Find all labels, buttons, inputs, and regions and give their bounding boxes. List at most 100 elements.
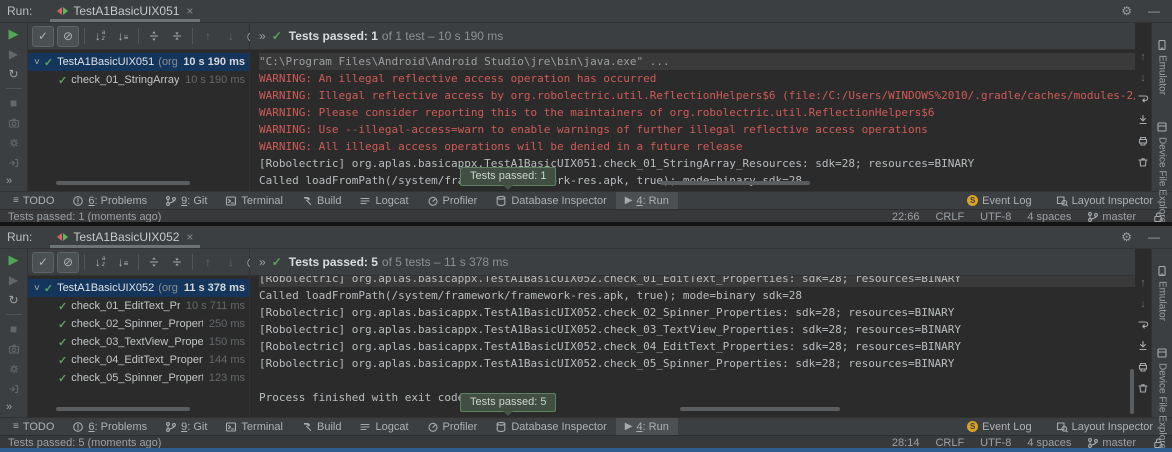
test-tree-item[interactable]: check_01_EditText_Properties 10 s 711 ms xyxy=(28,297,249,315)
test-tree-item[interactable]: check_05_Spinner_Properties 123 ms xyxy=(28,369,249,387)
sort-alpha-icon[interactable]: az xyxy=(90,253,110,272)
indent-setting[interactable]: 4 spaces xyxy=(1027,437,1071,448)
scroll-end-icon[interactable] xyxy=(1137,114,1149,126)
stop-icon[interactable] xyxy=(10,97,17,109)
close-icon[interactable]: × xyxy=(186,4,193,18)
indent-setting[interactable]: 4 spaces xyxy=(1027,211,1071,222)
tool-window-emulator[interactable]: Emulator xyxy=(1156,265,1168,321)
test-tree-item[interactable]: check_02_Spinner_Properties 250 ms xyxy=(28,315,249,333)
rerun-icon[interactable] xyxy=(9,28,19,40)
test-tree-root[interactable]: TestA1BasicUIX051 (org.aplas.basica 10 s… xyxy=(28,53,249,71)
console-output[interactable]: "C:\Program Files\Android\Android Studio… xyxy=(250,50,1135,191)
horizontal-scrollbar[interactable] xyxy=(56,181,190,185)
gear-icon[interactable]: ⚙ xyxy=(1121,4,1132,18)
prev-icon[interactable] xyxy=(198,253,218,272)
collapse-all-icon[interactable] xyxy=(167,253,187,272)
tool-window-device-file-explorer[interactable]: Device File Explorer xyxy=(1156,347,1168,448)
rerun-icon[interactable] xyxy=(9,254,19,266)
sort-alpha-icon[interactable]: az xyxy=(90,27,110,46)
trash-icon[interactable] xyxy=(1137,156,1149,168)
import-tests-icon[interactable] xyxy=(8,383,20,395)
tool-window-git[interactable]: 9: Git xyxy=(156,192,216,209)
import-tests-icon[interactable] xyxy=(8,157,20,169)
event-log-button[interactable]: SEvent Log xyxy=(958,418,1041,435)
tool-window-git[interactable]: 9: Git xyxy=(156,418,216,435)
layout-inspector-button[interactable]: Layout Inspector xyxy=(1047,192,1162,209)
screenshot-icon[interactable] xyxy=(8,343,20,355)
chevron-down-icon[interactable] xyxy=(34,56,40,68)
show-passed-icon[interactable] xyxy=(32,252,54,273)
tool-window-device-file-explorer[interactable]: Device File Explorer xyxy=(1156,121,1168,222)
tool-window-build[interactable]: Build xyxy=(292,192,350,209)
chevron-down-icon[interactable] xyxy=(34,282,40,294)
rerun-failed-icon[interactable] xyxy=(9,48,18,60)
tool-window-problems[interactable]: 6: Problems xyxy=(63,192,156,209)
horizontal-scrollbar[interactable] xyxy=(660,181,810,185)
git-branch-widget[interactable]: master xyxy=(1087,211,1136,222)
next-icon[interactable] xyxy=(221,253,241,272)
trash-icon[interactable] xyxy=(1137,382,1149,394)
test-tree-item[interactable]: check_03_TextView_Properties 150 ms xyxy=(28,333,249,351)
soft-wrap-icon[interactable] xyxy=(1137,319,1149,331)
print-icon[interactable] xyxy=(1137,135,1149,147)
tool-window-todo[interactable]: ≡TODO xyxy=(4,418,63,435)
tool-window-run[interactable]: ▶4: Run xyxy=(616,418,678,435)
file-encoding[interactable]: UTF-8 xyxy=(980,211,1011,222)
print-icon[interactable] xyxy=(1137,361,1149,373)
settings-icon[interactable] xyxy=(8,363,20,375)
sort-duration-icon[interactable] xyxy=(113,27,133,46)
collapse-all-icon[interactable] xyxy=(167,27,187,46)
tool-window-problems[interactable]: 6: Problems xyxy=(63,418,156,435)
expand-all-icon[interactable] xyxy=(144,27,164,46)
show-ignored-icon[interactable] xyxy=(57,26,79,47)
soft-wrap-icon[interactable] xyxy=(1137,93,1149,105)
event-log-button[interactable]: SEvent Log xyxy=(958,192,1041,209)
auto-test-icon[interactable] xyxy=(8,68,18,80)
auto-test-icon[interactable] xyxy=(8,294,18,306)
horizontal-scrollbar[interactable] xyxy=(680,407,840,411)
horizontal-scrollbar[interactable] xyxy=(56,407,190,411)
layout-inspector-button[interactable]: Layout Inspector xyxy=(1047,418,1162,435)
chevron-icon[interactable]: » xyxy=(259,255,265,269)
tool-window-terminal[interactable]: Terminal xyxy=(216,418,292,435)
scroll-down-icon[interactable]: ↓ xyxy=(1140,298,1146,310)
git-branch-widget[interactable]: master xyxy=(1087,437,1136,448)
line-separator[interactable]: CRLF xyxy=(935,437,964,448)
test-tree-item[interactable]: check_01_StringArray_Resources 10 s 190 … xyxy=(28,71,249,89)
tool-window-logcat[interactable]: Logcat xyxy=(350,418,417,435)
file-encoding[interactable]: UTF-8 xyxy=(980,437,1011,448)
tool-window-profiler[interactable]: Profiler xyxy=(418,418,487,435)
tool-window-logcat[interactable]: Logcat xyxy=(350,192,417,209)
sort-duration-icon[interactable] xyxy=(113,253,133,272)
tool-window-profiler[interactable]: Profiler xyxy=(418,192,487,209)
test-tree-root[interactable]: TestA1BasicUIX052 (org.aplas.basica 11 s… xyxy=(28,279,249,297)
tool-window-todo[interactable]: ≡TODO xyxy=(4,192,63,209)
caret-position[interactable]: 28:14 xyxy=(892,437,920,448)
show-ignored-icon[interactable] xyxy=(57,252,79,273)
show-passed-icon[interactable] xyxy=(32,26,54,47)
rerun-failed-icon[interactable] xyxy=(9,274,18,286)
screenshot-icon[interactable] xyxy=(8,117,20,129)
minimize-icon[interactable]: — xyxy=(1148,4,1160,18)
chevron-icon[interactable]: » xyxy=(6,175,11,187)
minimize-icon[interactable]: — xyxy=(1148,230,1160,244)
scroll-end-icon[interactable] xyxy=(1137,340,1149,352)
close-icon[interactable]: × xyxy=(186,230,193,244)
next-icon[interactable] xyxy=(221,27,241,46)
scroll-up-icon[interactable]: ↑ xyxy=(1140,277,1146,289)
prev-icon[interactable] xyxy=(198,27,218,46)
stop-icon[interactable] xyxy=(10,323,17,335)
settings-icon[interactable] xyxy=(8,137,20,149)
vertical-scrollbar[interactable] xyxy=(1130,369,1134,414)
expand-all-icon[interactable] xyxy=(144,253,164,272)
tool-window-run[interactable]: ▶4: Run xyxy=(616,192,678,209)
gear-icon[interactable]: ⚙ xyxy=(1121,230,1132,244)
tool-window-emulator[interactable]: Emulator xyxy=(1156,39,1168,95)
caret-position[interactable]: 22:66 xyxy=(892,211,920,222)
tool-window-build[interactable]: Build xyxy=(292,418,350,435)
test-tree-item[interactable]: check_04_EditText_Properties 144 ms xyxy=(28,351,249,369)
scroll-down-icon[interactable]: ↓ xyxy=(1140,72,1146,84)
console-output[interactable]: [Robolectric] org.aplas.basicappx.TestA1… xyxy=(250,276,1135,417)
tool-window-terminal[interactable]: Terminal xyxy=(216,192,292,209)
line-separator[interactable]: CRLF xyxy=(935,211,964,222)
